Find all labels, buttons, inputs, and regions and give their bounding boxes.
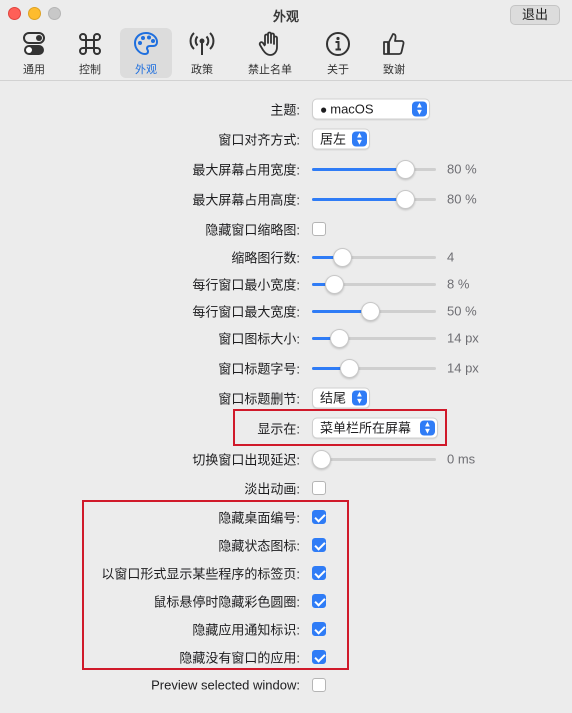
fade-row: 淡出动画: bbox=[0, 474, 572, 502]
hide-thumbnails-label: 隐藏窗口缩略图: bbox=[205, 222, 300, 238]
max-row-width-value: 50 % bbox=[447, 303, 477, 319]
slider-knob[interactable] bbox=[396, 190, 415, 209]
thumb-rows-row: 缩略图行数: 4 bbox=[0, 243, 572, 271]
title-bar: 外观 退出 bbox=[0, 0, 572, 28]
tab-acknowledgments[interactable]: 致谢 bbox=[368, 28, 420, 78]
highlight-box-hide-options bbox=[82, 500, 349, 670]
title-truncation-select[interactable]: 结尾 ▲ ▼ bbox=[312, 387, 370, 409]
delay-value: 0 ms bbox=[447, 451, 476, 467]
preferences-toolbar: 通用 控制 外观 政策 禁止名单 关于 致谢 bbox=[8, 28, 420, 80]
max-width-row: 最大屏幕占用宽度: 80 % bbox=[0, 155, 572, 183]
tab-label: 禁止名单 bbox=[248, 64, 292, 76]
tab-label: 外观 bbox=[135, 64, 157, 76]
delay-slider[interactable] bbox=[312, 450, 436, 469]
tab-blacklist[interactable]: 禁止名单 bbox=[232, 28, 308, 78]
alignment-label: 窗口对齐方式: bbox=[218, 132, 300, 148]
tab-label: 控制 bbox=[79, 64, 101, 76]
tab-general[interactable]: 通用 bbox=[8, 28, 60, 78]
tab-appearance[interactable]: 外观 bbox=[120, 28, 172, 78]
title-truncation-row: 窗口标题删节: 结尾 ▲ ▼ bbox=[0, 384, 572, 412]
theme-value: macOS bbox=[330, 101, 374, 117]
slider-fill bbox=[312, 198, 406, 201]
chevron-up-down-icon: ▲ ▼ bbox=[412, 101, 427, 117]
alignment-value: 居左 bbox=[320, 131, 347, 147]
min-width-row: 每行窗口最小宽度: 8 % bbox=[0, 270, 572, 298]
slider-fill bbox=[312, 168, 406, 171]
icon-size-slider[interactable] bbox=[312, 329, 436, 348]
preview-selected-label: Preview selected window: bbox=[151, 677, 300, 693]
max-row-width-row: 每行窗口最大宽度: 50 % bbox=[0, 297, 572, 325]
quit-button[interactable]: 退出 bbox=[510, 5, 560, 25]
hide-thumbnails-checkbox[interactable] bbox=[312, 222, 326, 236]
hand-icon bbox=[258, 31, 278, 56]
window-title: 外观 bbox=[272, 9, 299, 24]
icon-size-row: 窗口图标大小: 14 px bbox=[0, 324, 572, 352]
max-width-label: 最大屏幕占用宽度: bbox=[192, 162, 300, 178]
min-width-slider[interactable] bbox=[312, 275, 436, 294]
antenna-icon bbox=[189, 32, 215, 55]
thumbs-up-icon bbox=[383, 33, 405, 55]
max-height-row: 最大屏幕占用高度: 80 % bbox=[0, 185, 572, 213]
apple-icon: ● bbox=[320, 102, 328, 117]
slider-knob[interactable] bbox=[361, 302, 381, 321]
alignment-select[interactable]: 居左 ▲ ▼ bbox=[312, 128, 370, 150]
min-width-label: 每行窗口最小宽度: bbox=[192, 277, 300, 293]
slider-knob[interactable] bbox=[329, 329, 349, 348]
command-icon bbox=[79, 33, 101, 55]
toolbar-divider bbox=[0, 80, 572, 81]
toggles-icon bbox=[23, 32, 45, 55]
slider-knob[interactable] bbox=[340, 359, 360, 378]
theme-row: 主题: ● macOS ▲ ▼ bbox=[0, 95, 572, 123]
fade-label: 淡出动画: bbox=[244, 481, 300, 497]
max-row-width-slider[interactable] bbox=[312, 302, 436, 321]
highlight-box-show-on bbox=[233, 409, 447, 446]
delay-label: 切换窗口出现延迟: bbox=[192, 452, 300, 468]
title-truncation-label: 窗口标题删节: bbox=[218, 391, 300, 407]
chevron-up-down-icon: ▲ ▼ bbox=[352, 390, 367, 406]
max-height-value: 80 % bbox=[447, 191, 477, 207]
fade-checkbox[interactable] bbox=[312, 481, 326, 495]
icon-size-label: 窗口图标大小: bbox=[218, 331, 300, 347]
tab-label: 关于 bbox=[327, 64, 349, 76]
title-font-label: 窗口标题字号: bbox=[218, 361, 300, 377]
max-height-slider[interactable] bbox=[312, 190, 436, 209]
thumb-rows-label: 缩略图行数: bbox=[231, 250, 300, 266]
info-icon bbox=[326, 32, 350, 56]
title-truncation-value: 结尾 bbox=[320, 390, 347, 406]
theme-label: 主题: bbox=[270, 102, 300, 118]
thumb-rows-slider[interactable] bbox=[312, 248, 436, 267]
title-font-slider[interactable] bbox=[312, 359, 436, 378]
chevron-up-down-icon: ▲ ▼ bbox=[352, 131, 367, 147]
slider-knob[interactable] bbox=[312, 450, 331, 469]
theme-select[interactable]: ● macOS ▲ ▼ bbox=[312, 98, 430, 120]
palette-icon bbox=[133, 31, 159, 56]
title-font-value: 14 px bbox=[447, 360, 479, 376]
slider-knob[interactable] bbox=[324, 275, 344, 294]
slider-knob[interactable] bbox=[333, 248, 352, 267]
max-width-value: 80 % bbox=[447, 161, 477, 177]
preview-selected-row: Preview selected window: bbox=[0, 671, 572, 699]
icon-size-value: 14 px bbox=[447, 330, 479, 346]
slider-knob[interactable] bbox=[396, 160, 415, 179]
max-width-slider[interactable] bbox=[312, 160, 436, 179]
preview-selected-checkbox[interactable] bbox=[312, 678, 326, 692]
tab-about[interactable]: 关于 bbox=[312, 28, 364, 78]
max-row-width-label: 每行窗口最大宽度: bbox=[192, 304, 300, 320]
delay-row: 切换窗口出现延迟: 0 ms bbox=[0, 445, 572, 473]
tab-label: 致谢 bbox=[383, 64, 405, 76]
title-font-row: 窗口标题字号: 14 px bbox=[0, 354, 572, 382]
min-width-value: 8 % bbox=[447, 276, 470, 292]
alignment-row: 窗口对齐方式: 居左 ▲ ▼ bbox=[0, 125, 572, 153]
tab-control[interactable]: 控制 bbox=[64, 28, 116, 78]
hide-thumbnails-row: 隐藏窗口缩略图: bbox=[0, 215, 572, 243]
max-height-label: 最大屏幕占用高度: bbox=[192, 192, 300, 208]
tab-label: 政策 bbox=[191, 64, 213, 76]
tab-policies[interactable]: 政策 bbox=[176, 28, 228, 78]
thumb-rows-value: 4 bbox=[447, 249, 455, 265]
tab-label: 通用 bbox=[23, 64, 45, 76]
